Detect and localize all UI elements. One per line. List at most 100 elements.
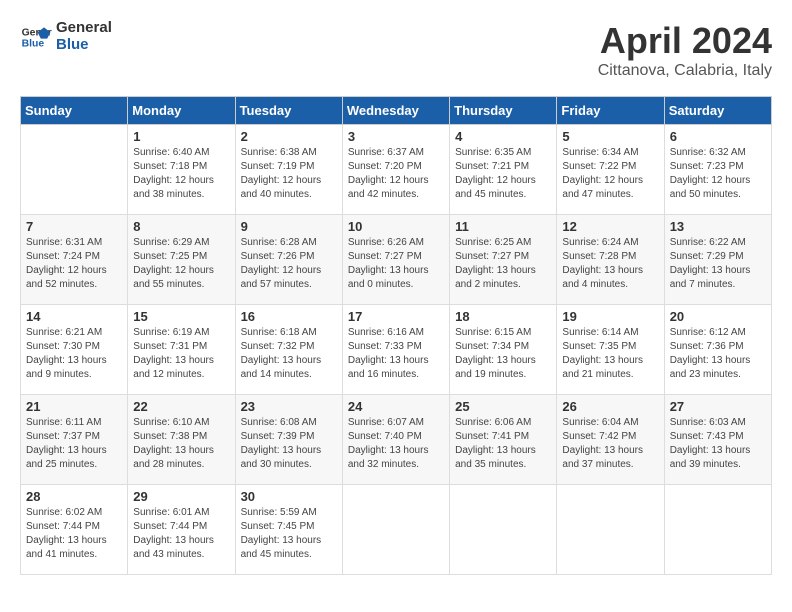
day-info: Sunrise: 6:16 AM Sunset: 7:33 PM Dayligh…: [348, 326, 444, 382]
day-info: Sunrise: 6:19 AM Sunset: 7:31 PM Dayligh…: [133, 326, 229, 382]
calendar-cell: [664, 485, 771, 575]
day-info: Sunrise: 6:28 AM Sunset: 7:26 PM Dayligh…: [241, 236, 337, 292]
day-info: Sunrise: 6:11 AM Sunset: 7:37 PM Dayligh…: [26, 416, 122, 472]
calendar-cell: 15Sunrise: 6:19 AM Sunset: 7:31 PM Dayli…: [128, 305, 235, 395]
day-info: Sunrise: 6:26 AM Sunset: 7:27 PM Dayligh…: [348, 236, 444, 292]
day-number: 19: [562, 309, 658, 324]
day-number: 8: [133, 219, 229, 234]
header-friday: Friday: [557, 97, 664, 125]
day-info: Sunrise: 6:37 AM Sunset: 7:20 PM Dayligh…: [348, 146, 444, 202]
day-number: 28: [26, 489, 122, 504]
day-info: Sunrise: 6:32 AM Sunset: 7:23 PM Dayligh…: [670, 146, 766, 202]
calendar-cell: 16 Sunrise: 6:18 AM Sunset: 7:32 PM Dayli…: [235, 305, 342, 395]
calendar-table: SundayMondayTuesdayWednesdayThursdayFrid…: [20, 96, 772, 575]
day-number: 1: [133, 129, 229, 144]
calendar-cell: 22 Sunrise: 6:10 AM Sunset: 7:38 PM Dayli…: [128, 395, 235, 485]
day-number: 30: [241, 489, 337, 504]
calendar-cell: [450, 485, 557, 575]
calendar-cell: [557, 485, 664, 575]
logo-icon: General Blue: [20, 21, 52, 53]
day-info: Sunrise: 6:18 AM Sunset: 7:32 PM Dayligh…: [241, 326, 337, 382]
day-info: Sunrise: 6:04 AM Sunset: 7:42 PM Dayligh…: [562, 416, 658, 472]
calendar-cell: 19 Sunrise: 6:14 AM Sunset: 7:35 PM Dayli…: [557, 305, 664, 395]
calendar-cell: 18 Sunrise: 6:15 AM Sunset: 7:34 PM Dayli…: [450, 305, 557, 395]
calendar-cell: 8 Sunrise: 6:29 AM Sunset: 7:25 PM Daylig…: [128, 215, 235, 305]
day-info: Sunrise: 6:03 AM Sunset: 7:43 PM Dayligh…: [670, 416, 766, 472]
day-info: Sunrise: 6:24 AM Sunset: 7:28 PM Dayligh…: [562, 236, 658, 292]
month-title: April 2024: [598, 20, 772, 62]
day-number: 21: [26, 399, 122, 414]
day-info: Sunrise: 6:25 AM Sunset: 7:27 PM Dayligh…: [455, 236, 551, 292]
title-section: April 2024 Cittanova, Calabria, Italy: [598, 20, 772, 80]
calendar-cell: 29Sunrise: 6:01 AM Sunset: 7:44 PM Dayli…: [128, 485, 235, 575]
day-info: Sunrise: 6:12 AM Sunset: 7:36 PM Dayligh…: [670, 326, 766, 382]
calendar-cell: 20Sunrise: 6:12 AM Sunset: 7:36 PM Dayli…: [664, 305, 771, 395]
day-number: 17: [348, 309, 444, 324]
calendar-cell: 9 Sunrise: 6:28 AM Sunset: 7:26 PM Daylig…: [235, 215, 342, 305]
logo: General Blue General Blue: [20, 20, 112, 53]
calendar-cell: 2 Sunrise: 6:38 AM Sunset: 7:19 PM Daylig…: [235, 125, 342, 215]
day-info: Sunrise: 6:08 AM Sunset: 7:39 PM Dayligh…: [241, 416, 337, 472]
day-info: Sunrise: 5:59 AM Sunset: 7:45 PM Dayligh…: [241, 506, 337, 562]
calendar-cell: 6 Sunrise: 6:32 AM Sunset: 7:23 PM Daylig…: [664, 125, 771, 215]
day-number: 14: [26, 309, 122, 324]
day-number: 26: [562, 399, 658, 414]
calendar-cell: 13 Sunrise: 6:22 AM Sunset: 7:29 PM Dayli…: [664, 215, 771, 305]
calendar-cell: 10 Sunrise: 6:26 AM Sunset: 7:27 PM Dayli…: [342, 215, 449, 305]
day-number: 29: [133, 489, 229, 504]
calendar-cell: 30 Sunrise: 5:59 AM Sunset: 7:45 PM Dayli…: [235, 485, 342, 575]
day-number: 6: [670, 129, 766, 144]
day-number: 12: [562, 219, 658, 234]
day-info: Sunrise: 6:02 AM Sunset: 7:44 PM Dayligh…: [26, 506, 122, 562]
day-number: 11: [455, 219, 551, 234]
day-number: 25: [455, 399, 551, 414]
header-saturday: Saturday: [664, 97, 771, 125]
day-info: Sunrise: 6:07 AM Sunset: 7:40 PM Dayligh…: [348, 416, 444, 472]
day-number: 10: [348, 219, 444, 234]
calendar-cell: 11 Sunrise: 6:25 AM Sunset: 7:27 PM Dayli…: [450, 215, 557, 305]
calendar-cell: 24 Sunrise: 6:07 AM Sunset: 7:40 PM Dayli…: [342, 395, 449, 485]
day-info: Sunrise: 6:29 AM Sunset: 7:25 PM Dayligh…: [133, 236, 229, 292]
day-number: 9: [241, 219, 337, 234]
calendar-week-4: 21 Sunrise: 6:11 AM Sunset: 7:37 PM Dayli…: [21, 395, 772, 485]
day-number: 16: [241, 309, 337, 324]
day-info: Sunrise: 6:22 AM Sunset: 7:29 PM Dayligh…: [670, 236, 766, 292]
header-thursday: Thursday: [450, 97, 557, 125]
day-number: 4: [455, 129, 551, 144]
day-info: Sunrise: 6:40 AM Sunset: 7:18 PM Dayligh…: [133, 146, 229, 202]
calendar-header-row: SundayMondayTuesdayWednesdayThursdayFrid…: [21, 97, 772, 125]
day-number: 13: [670, 219, 766, 234]
day-info: Sunrise: 6:15 AM Sunset: 7:34 PM Dayligh…: [455, 326, 551, 382]
day-info: Sunrise: 6:34 AM Sunset: 7:22 PM Dayligh…: [562, 146, 658, 202]
calendar-cell: [342, 485, 449, 575]
day-number: 27: [670, 399, 766, 414]
calendar-cell: [21, 125, 128, 215]
day-number: 7: [26, 219, 122, 234]
calendar-cell: 26 Sunrise: 6:04 AM Sunset: 7:42 PM Dayli…: [557, 395, 664, 485]
calendar-cell: 14Sunrise: 6:21 AM Sunset: 7:30 PM Dayli…: [21, 305, 128, 395]
day-number: 2: [241, 129, 337, 144]
day-info: Sunrise: 6:14 AM Sunset: 7:35 PM Dayligh…: [562, 326, 658, 382]
header-wednesday: Wednesday: [342, 97, 449, 125]
calendar-cell: 3 Sunrise: 6:37 AM Sunset: 7:20 PM Daylig…: [342, 125, 449, 215]
page-header: General Blue General Blue April 2024 Cit…: [20, 20, 772, 80]
day-info: Sunrise: 6:35 AM Sunset: 7:21 PM Dayligh…: [455, 146, 551, 202]
location-subtitle: Cittanova, Calabria, Italy: [598, 62, 772, 80]
day-number: 23: [241, 399, 337, 414]
calendar-cell: 25Sunrise: 6:06 AM Sunset: 7:41 PM Dayli…: [450, 395, 557, 485]
day-info: Sunrise: 6:10 AM Sunset: 7:38 PM Dayligh…: [133, 416, 229, 472]
day-number: 24: [348, 399, 444, 414]
day-number: 5: [562, 129, 658, 144]
day-number: 3: [348, 129, 444, 144]
day-info: Sunrise: 6:38 AM Sunset: 7:19 PM Dayligh…: [241, 146, 337, 202]
calendar-cell: 17 Sunrise: 6:16 AM Sunset: 7:33 PM Dayli…: [342, 305, 449, 395]
calendar-week-5: 28 Sunrise: 6:02 AM Sunset: 7:44 PM Dayli…: [21, 485, 772, 575]
day-number: 18: [455, 309, 551, 324]
calendar-week-1: 1 Sunrise: 6:40 AM Sunset: 7:18 PM Daylig…: [21, 125, 772, 215]
day-number: 22: [133, 399, 229, 414]
calendar-cell: 21 Sunrise: 6:11 AM Sunset: 7:37 PM Dayli…: [21, 395, 128, 485]
header-monday: Monday: [128, 97, 235, 125]
calendar-week-2: 7Sunrise: 6:31 AM Sunset: 7:24 PM Daylig…: [21, 215, 772, 305]
calendar-week-3: 14Sunrise: 6:21 AM Sunset: 7:30 PM Dayli…: [21, 305, 772, 395]
calendar-cell: 7Sunrise: 6:31 AM Sunset: 7:24 PM Daylig…: [21, 215, 128, 305]
